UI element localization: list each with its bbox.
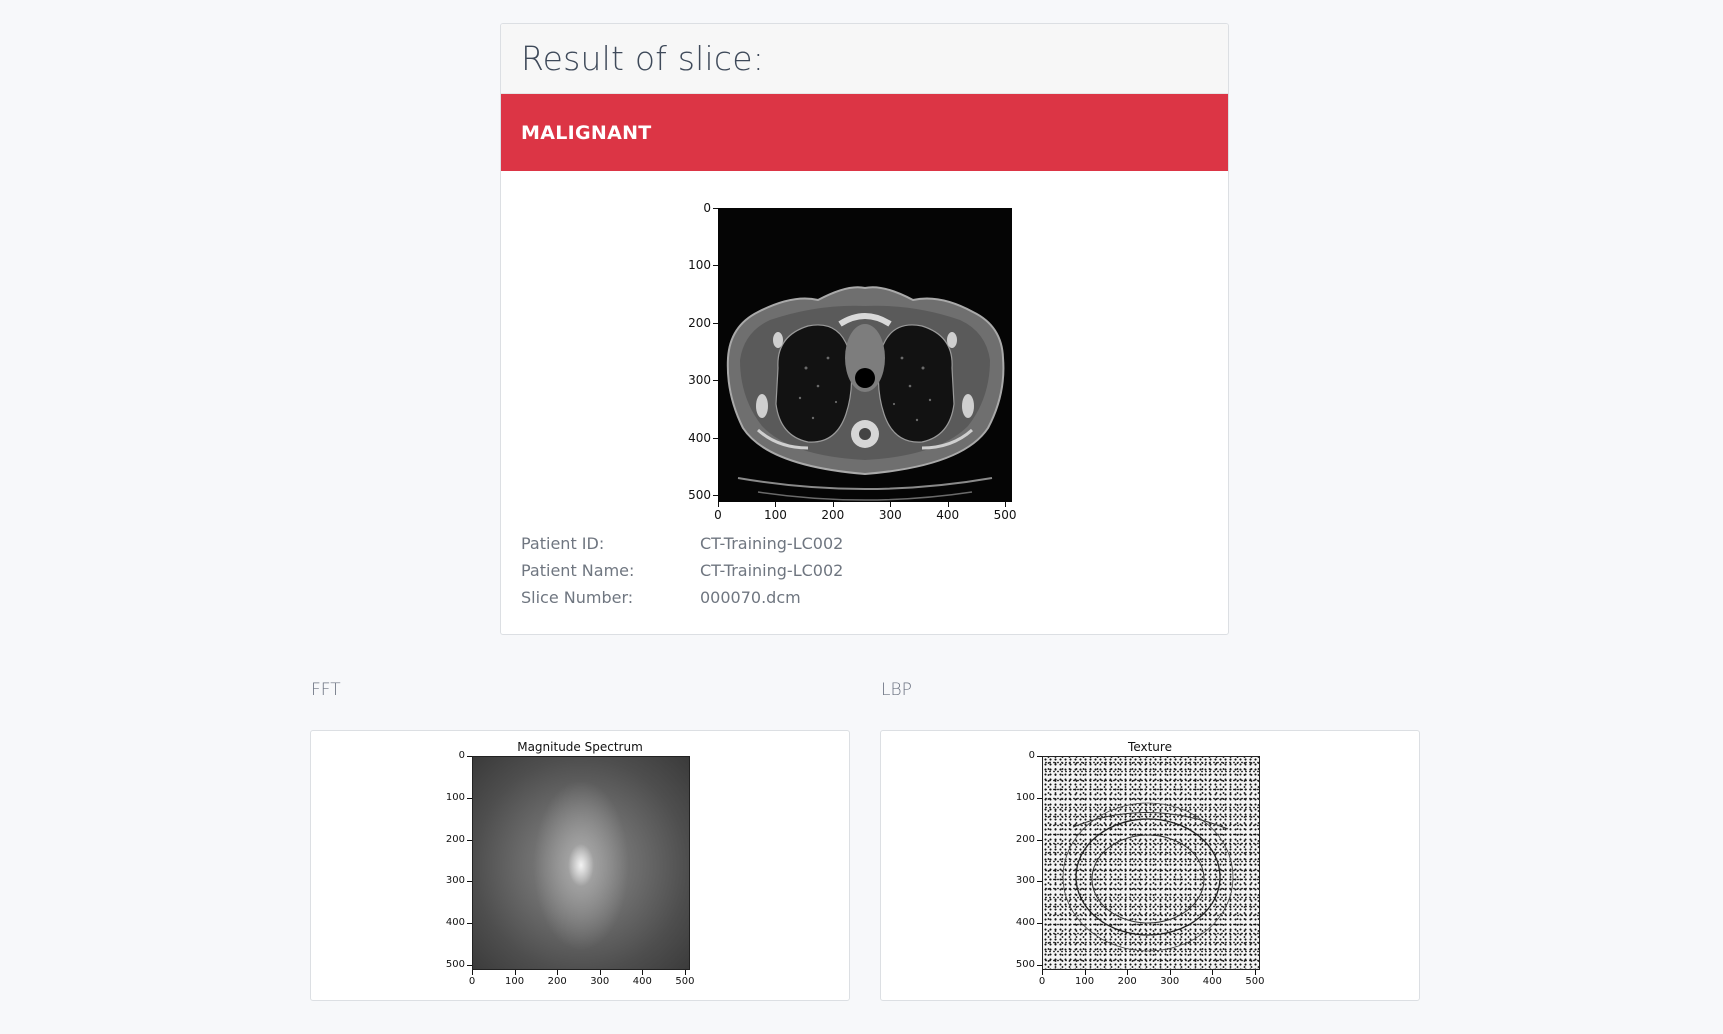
fft-y-tick-mark [467,964,472,966]
slice-x-tick-label: 0 [714,508,722,522]
verdict-banner: MALIGNANT [501,94,1228,171]
slice-x-tick-label: 500 [993,508,1017,522]
fft-y-tick-label: 100 [445,791,465,803]
lbp-y-tick-label: 0 [1028,750,1035,761]
magnitude-spectrum-image [473,757,689,969]
slice-number-label: Slice Number: [521,588,634,607]
patient-name-value: CT-Training-LC002 [700,561,844,580]
slice-x-tick-label: 300 [878,508,902,522]
fft-y-tick-label: 300 [445,875,465,887]
fft-y-tick-mark [467,881,472,883]
slice-x-tick-label: 200 [821,508,845,522]
lbp-plot-area [1042,756,1260,970]
fft-section-label: FFT [311,680,341,700]
lbp-x-tick-mark [1254,970,1256,975]
texture-image [1043,757,1259,969]
patient-info: Patient ID: CT-Training-LC002 Patient Na… [521,534,843,607]
fft-y-tick-label: 400 [445,917,465,929]
fft-x-tick-mark [642,970,644,975]
slice-y-tick-mark [713,322,718,324]
lbp-y-tick-label: 300 [1015,875,1035,887]
lbp-x-tick-mark [1042,970,1043,975]
result-card: Result of slice: MALIGNANT 0 100 200 300… [500,23,1229,635]
fft-y-tick-label: 200 [445,833,465,845]
lbp-x-tick-mark [1169,970,1171,975]
fft-plot-area [472,756,690,970]
slice-x-tick-mark [947,502,949,507]
slice-y-tick-mark [713,437,718,439]
lbp-y-tick-mark [1037,797,1042,799]
fft-x-tick-mark [684,970,686,975]
lbp-y-tick-label: 200 [1015,833,1035,845]
slice-y-tick-label: 500 [688,488,711,503]
slice-x-tick-label: 100 [763,508,787,522]
fft-y-tick-mark [467,797,472,799]
patient-id-label: Patient ID: [521,534,605,553]
lbp-plot-title: Texture [1128,740,1172,754]
ct-slice-figure: 0 100 200 300 400 500 0 100 200 300 400 500 [676,202,1016,532]
fft-x-tick-mark [557,970,559,975]
slice-y-tick-label: 400 [688,430,711,445]
fft-y-tick-mark [467,756,472,757]
lbp-x-tick-label: 500 [1245,976,1265,987]
fft-x-tick-label: 500 [675,976,695,987]
slice-y-tick-label: 100 [688,258,711,273]
fft-y-tick-mark [467,923,472,925]
lbp-panel: Texture 0 100 200 300 400 500 0 100 200 300 400 500 [880,730,1420,1001]
lbp-y-tick-label: 100 [1015,791,1035,803]
lbp-y-tick-mark [1037,964,1042,966]
fft-x-tick-mark [472,970,473,975]
slice-y-tick-mark [713,265,718,267]
lbp-y-tick-label: 500 [1015,958,1035,970]
page-title: Result of slice: [521,39,765,78]
fft-x-tick-mark [514,970,516,975]
slice-x-tick-label: 400 [936,508,960,522]
lbp-y-tick-mark [1037,881,1042,883]
slice-y-tick-mark [713,380,718,382]
patient-id-value: CT-Training-LC002 [700,534,844,553]
slice-x-tick-mark [775,502,777,507]
slice-y-tick-label: 200 [688,315,711,330]
fft-plot-title: Magnitude Spectrum [517,740,643,754]
lbp-x-tick-mark [1084,970,1086,975]
lbp-y-tick-label: 400 [1015,917,1035,929]
lbp-x-tick-mark [1212,970,1214,975]
fft-panel: Magnitude Spectrum 0 100 200 300 400 500 0 100 2… [310,730,850,1001]
slice-y-tick-mark [713,495,718,497]
slice-number-value: 000070.dcm [700,588,801,607]
card-header: Result of slice: [501,24,1228,94]
verdict-label: MALIGNANT [521,121,652,144]
fft-y-tick-label: 0 [458,750,465,761]
lbp-y-tick-mark [1037,756,1042,757]
lbp-y-tick-mark [1037,923,1042,925]
slice-y-tick-mark [713,208,718,209]
fft-x-tick-mark [599,970,601,975]
fft-y-tick-label: 500 [445,958,465,970]
patient-name-label: Patient Name: [521,561,635,580]
slice-x-tick-mark [832,502,834,507]
slice-x-tick-mark [890,502,892,507]
ct-slice-image [718,208,1012,502]
slice-y-tick-label: 300 [688,373,711,388]
lbp-section-label: LBP [881,680,912,700]
slice-x-tick-mark [718,502,719,507]
lbp-y-tick-mark [1037,839,1042,841]
lbp-x-tick-mark [1127,970,1129,975]
slice-x-tick-mark [1005,502,1007,507]
fft-y-tick-mark [467,839,472,841]
slice-y-tick-label: 0 [703,201,711,215]
